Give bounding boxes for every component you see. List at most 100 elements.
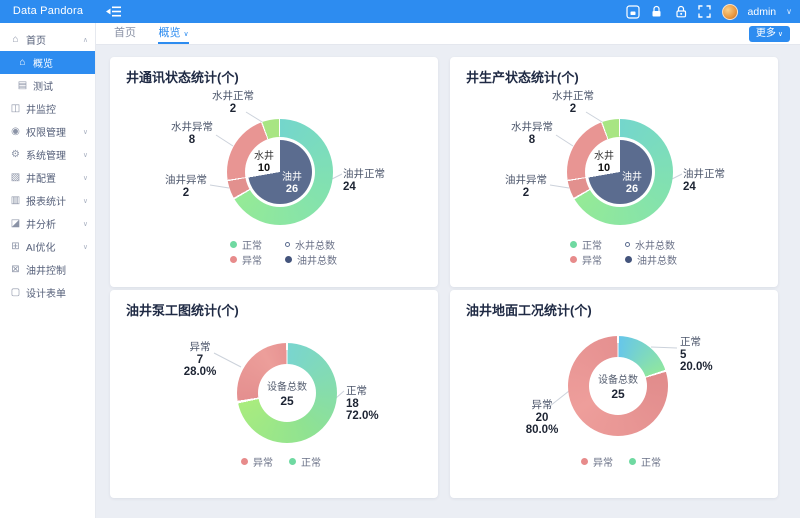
legend-oil-total[interactable]: 油井总数 [285, 252, 337, 267]
sidebar-item-well-config[interactable]: ▧ 井配置 ∨ [0, 166, 95, 189]
red-dot-icon [570, 256, 577, 263]
green-dot-icon [570, 241, 577, 248]
chevron-down-icon: ∨ [83, 151, 88, 159]
legend-normal[interactable]: 正常 [289, 454, 321, 469]
hollow-dot-icon [285, 242, 290, 247]
callout-water-abnormal: 水井异常 8 [502, 121, 562, 146]
lock-icon[interactable] [650, 5, 664, 19]
analysis-icon: ◪ [10, 218, 21, 229]
red-dot-icon [241, 458, 248, 465]
tab-chevron-down-icon[interactable]: ∨ [183, 31, 188, 38]
chart-title: 井生产状态统计(个) [466, 67, 579, 86]
callout-normal: 正常 18 72.0% [346, 385, 406, 423]
center-label: 设备总数 25 [258, 378, 316, 408]
sidebar-item-well-control[interactable]: ⊠ 油井控制 [0, 258, 95, 281]
legend-abnormal[interactable]: 异常 [230, 252, 285, 267]
navy-dot-icon [285, 256, 292, 263]
callout-oil-normal: 油井正常 24 [683, 168, 753, 193]
sidebar-item-overview[interactable]: ⌂ 概览 [0, 51, 95, 74]
tab-overview[interactable]: 概览∨ [158, 23, 188, 44]
callout-normal: 正常 5 20.0% [680, 336, 740, 374]
chart-icon: ▥ [10, 195, 21, 206]
sidebar-item-well-monitor[interactable]: ◫ 井监控 [0, 97, 95, 120]
folder-icon: ▧ [10, 172, 21, 183]
gear-icon: ⚙ [10, 149, 21, 160]
legend-water-total[interactable]: 水井总数 [285, 237, 335, 252]
callout-oil-abnormal: 油井异常 2 [496, 174, 556, 199]
tab-bar: 首页 概览∨ 更多∨ [96, 23, 800, 45]
chart-legend: 正常 水井总数 异常 油井总数 [570, 237, 677, 266]
chevron-down-icon: ∨ [83, 128, 88, 136]
sidebar-item-form-design[interactable]: ▢ 设计表单 [0, 281, 95, 304]
chart-title: 油井泵工图统计(个) [126, 300, 239, 319]
chart-card-pump-diagram: 油井泵工图统计(个) 设备总数 25 异常 7 28.0% 正常 18 72.0… [110, 290, 438, 498]
green-dot-icon [289, 458, 296, 465]
legend-normal[interactable]: 正常 [230, 237, 285, 252]
sidebar-item-permission[interactable]: ◉ 权限管理 ∨ [0, 120, 95, 143]
callout-abnormal: 异常 20 80.0% [512, 399, 572, 437]
sidebar-item-ai-optimize[interactable]: ⊞ AI优化 ∨ [0, 235, 95, 258]
ai-icon: ⊞ [10, 241, 21, 252]
callout-water-abnormal: 水井异常 8 [162, 121, 222, 146]
chart-title: 油井地面工况统计(个) [466, 300, 592, 319]
user-name[interactable]: admin [748, 6, 777, 18]
app-logo: Data Pandora [0, 0, 96, 23]
chart-card-surface-condition: 油井地面工况统计(个) 设备总数 25 正常 5 20.0% 异常 20 80.… [450, 290, 778, 498]
chart-card-production-status: 井生产状态统计(个) 水井 10 油井 26 水井正常 2 水井异常 8 [450, 57, 778, 287]
control-icon: ⊠ [10, 264, 21, 275]
sidebar-item-system[interactable]: ⚙ 系统管理 ∨ [0, 143, 95, 166]
chart-legend: 异常 正常 [581, 454, 661, 468]
app-header: Data Pandora [0, 0, 800, 23]
home-icon: ⌂ [10, 34, 21, 45]
legend-normal[interactable]: 正常 [629, 454, 661, 469]
navy-dot-icon [625, 256, 632, 263]
monitor-icon: ◫ [10, 103, 21, 114]
center-label: 设备总数 25 [589, 371, 647, 401]
inner-oil-label: 油井 26 [272, 168, 312, 195]
legend-abnormal[interactable]: 异常 [241, 454, 273, 469]
chevron-down-icon: ∨ [83, 243, 88, 251]
inner-ring[interactable]: 水井 10 油井 26 [588, 140, 652, 204]
tab-home[interactable]: 首页 [114, 23, 136, 44]
document-icon: ▤ [17, 80, 28, 91]
chevron-down-icon: ∨ [83, 174, 88, 182]
sidebar-item-test[interactable]: ▤ 测试 [0, 74, 95, 97]
sidebar: ⌂ 首页 ∧ ⌂ 概览 ▤ 测试 ◫ 井监控 ◉ 权限管理 ∨ ⚙ 系统管理 ∨… [0, 23, 96, 518]
callout-abnormal: 异常 7 28.0% [170, 341, 230, 379]
inner-ring[interactable]: 水井 10 油井 26 [248, 140, 312, 204]
callout-water-normal: 水井正常 2 [203, 90, 263, 115]
more-button[interactable]: 更多∨ [749, 26, 790, 42]
overview-icon: ⌂ [17, 57, 28, 68]
legend-abnormal[interactable]: 异常 [570, 252, 625, 267]
sidebar-item-report-stats[interactable]: ▥ 报表统计 ∨ [0, 189, 95, 212]
legend-abnormal[interactable]: 异常 [581, 454, 613, 469]
callout-oil-abnormal: 油井异常 2 [156, 174, 216, 199]
green-dot-icon [629, 458, 636, 465]
unlock-icon[interactable] [674, 5, 688, 19]
user-chevron-down-icon[interactable]: ∨ [786, 7, 792, 16]
red-dot-icon [230, 256, 237, 263]
legend-oil-total[interactable]: 油井总数 [625, 252, 677, 267]
chevron-down-icon: ∨ [83, 220, 88, 228]
legend-water-total[interactable]: 水井总数 [625, 237, 675, 252]
main-content: 井通讯状态统计(个) 水井 10 油井 26 水井正常 2 水井异常 8 [96, 45, 800, 518]
chevron-down-icon: ∨ [83, 197, 88, 205]
menu-fold-icon[interactable] [106, 5, 122, 18]
chart-legend: 正常 水井总数 异常 油井总数 [230, 237, 337, 266]
chart-legend: 异常 正常 [241, 454, 321, 468]
sidebar-item-home[interactable]: ⌂ 首页 ∧ [0, 28, 95, 51]
sidebar-item-well-analysis[interactable]: ◪ 井分析 ∨ [0, 212, 95, 235]
fullscreen-icon[interactable] [698, 5, 712, 19]
more-chevron-down-icon: ∨ [778, 31, 783, 38]
inner-oil-label: 油井 26 [612, 168, 652, 195]
chart-card-comm-status: 井通讯状态统计(个) 水井 10 油井 26 水井正常 2 水井异常 8 [110, 57, 438, 287]
form-icon: ▢ [10, 287, 21, 298]
scan-icon[interactable] [626, 5, 640, 19]
legend-normal[interactable]: 正常 [570, 237, 625, 252]
user-avatar[interactable] [722, 4, 738, 20]
green-dot-icon [230, 241, 237, 248]
header-actions: admin ∨ [626, 0, 792, 23]
callout-water-normal: 水井正常 2 [543, 90, 603, 115]
chevron-up-icon: ∧ [83, 36, 88, 44]
red-dot-icon [581, 458, 588, 465]
